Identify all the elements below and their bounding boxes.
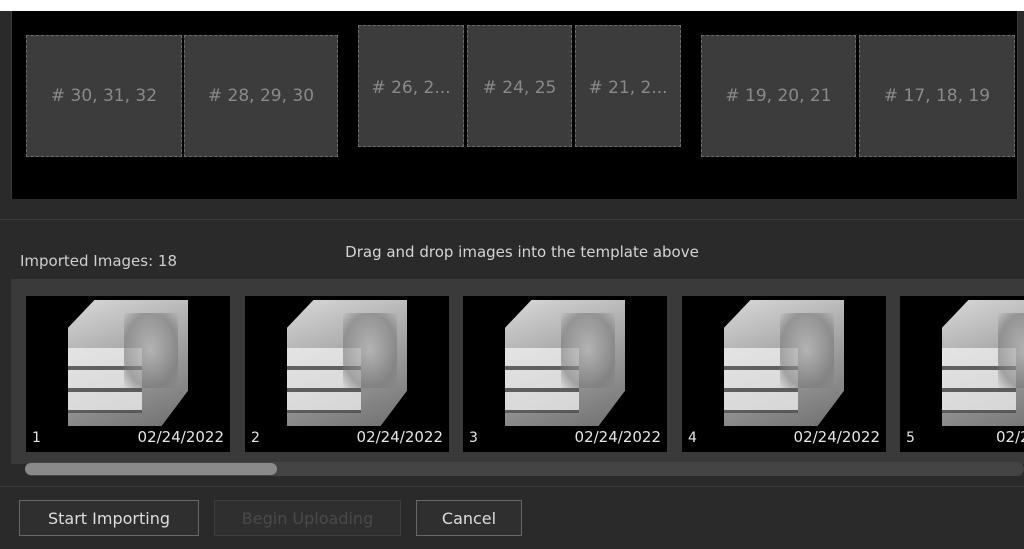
thumbnail-index: 1 (32, 430, 41, 446)
drag-drop-hint: Drag and drop images into the template a… (345, 243, 699, 261)
window-top-edge (0, 0, 1024, 11)
horizontal-scrollbar[interactable] (25, 462, 1024, 476)
thumbnail-strip[interactable]: 1 02/24/2022 2 02/24/2022 3 02/24/2022 4… (11, 279, 1024, 464)
section-divider (0, 219, 1024, 220)
thumbnail-index: 2 (251, 430, 260, 446)
image-thumbnail[interactable]: 3 02/24/2022 (463, 296, 667, 452)
template-slot[interactable]: # 19, 20, 21 (701, 35, 856, 157)
image-thumbnail[interactable]: 4 02/24/2022 (682, 296, 886, 452)
template-slot[interactable]: # 26, 2... (358, 25, 464, 147)
template-slot[interactable]: # 30, 31, 32 (26, 35, 182, 157)
thumbnail-index: 4 (688, 430, 697, 446)
xray-image (942, 300, 1024, 426)
begin-uploading-button: Begin Uploading (214, 500, 401, 536)
scrollbar-thumb[interactable] (25, 463, 277, 475)
start-importing-button[interactable]: Start Importing (19, 500, 199, 536)
template-slot[interactable]: # 28, 29, 30 (184, 35, 338, 157)
xray-image (724, 300, 844, 426)
template-slot[interactable]: # 17, 18, 19 (859, 35, 1015, 157)
thumbnail-date: 02/24/2022 (574, 428, 661, 446)
thumbnail-date: 02/24/2022 (996, 428, 1024, 446)
thumbnail-index: 5 (906, 430, 915, 446)
thumbnail-date: 02/24/2022 (793, 428, 880, 446)
xray-image (287, 300, 407, 426)
cancel-button[interactable]: Cancel (416, 500, 522, 536)
thumbnail-date: 02/24/2022 (137, 428, 224, 446)
template-area[interactable]: # 30, 31, 32 # 28, 29, 30 # 26, 2... # 2… (11, 11, 1018, 199)
image-thumbnail[interactable]: 1 02/24/2022 (26, 296, 230, 452)
image-thumbnail[interactable]: 5 02/24/2022 (900, 296, 1024, 452)
thumbnail-index: 3 (469, 430, 478, 446)
template-slot[interactable]: # 21, 2... (575, 25, 681, 147)
template-slot[interactable]: # 24, 25 (467, 25, 572, 147)
thumbnail-date: 02/24/2022 (356, 428, 443, 446)
xray-image (68, 300, 188, 426)
xray-image (505, 300, 625, 426)
image-thumbnail[interactable]: 2 02/24/2022 (245, 296, 449, 452)
